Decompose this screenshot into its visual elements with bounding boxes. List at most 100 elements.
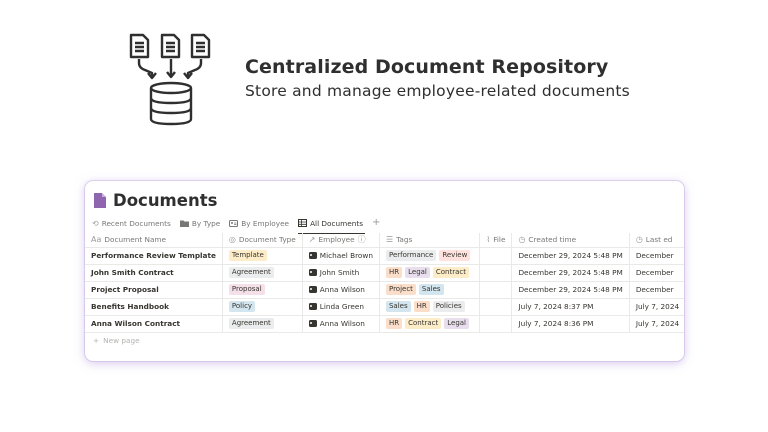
- column-label: File: [493, 235, 506, 245]
- tag-chip: HR: [385, 267, 403, 278]
- cell-file[interactable]: [479, 315, 513, 333]
- plus-icon: +: [93, 336, 100, 345]
- cell-document-name[interactable]: Project Proposal: [85, 281, 223, 299]
- cell-file[interactable]: [479, 247, 513, 265]
- tag-chip: Project: [385, 284, 416, 295]
- cell-document-type[interactable]: Policy: [222, 298, 303, 316]
- employee-link[interactable]: Michael Brown: [308, 251, 373, 260]
- employee-link[interactable]: Anna Wilson: [308, 319, 373, 328]
- cell-employee[interactable]: Anna Wilson: [302, 315, 380, 333]
- column-header-document-name[interactable]: Aa Document Name: [85, 233, 223, 248]
- cell-document-type[interactable]: Template: [222, 247, 303, 265]
- multi-select-property-icon: ☰: [385, 235, 394, 245]
- table-row[interactable]: Performance Review Template Template Micha…: [85, 247, 684, 265]
- select-property-icon: ◎: [228, 235, 236, 245]
- tag-chip: Sales: [385, 301, 411, 312]
- contact-card-icon: [308, 252, 317, 259]
- column-label: Employee: [318, 235, 355, 245]
- tab-label: All Documents: [310, 218, 364, 228]
- clock-icon: ◷: [518, 235, 526, 245]
- tab-label: By Employee: [241, 218, 290, 228]
- cell-employee[interactable]: Michael Brown: [302, 247, 380, 265]
- tab-by-type[interactable]: By Type: [179, 215, 224, 231]
- cell-created-time: December 29, 2024 5:48 PM: [511, 281, 630, 299]
- cell-file[interactable]: [479, 264, 513, 282]
- tag-chip: Performance: [385, 250, 437, 261]
- cell-last-edited: December: [629, 281, 684, 299]
- tab-label: Recent Documents: [101, 218, 171, 228]
- column-header-created-time[interactable]: ◷ Created time: [511, 233, 630, 248]
- cell-document-name[interactable]: Benefits Handbook: [85, 298, 223, 316]
- cell-document-type[interactable]: Agreement: [222, 315, 303, 333]
- tag-chip: Review: [439, 250, 471, 261]
- employee-name: John Smith: [319, 268, 360, 277]
- column-header-tags[interactable]: ☰ Tags: [379, 233, 481, 248]
- contact-card-icon: [308, 320, 317, 327]
- cell-tags[interactable]: Sales HR Policies: [379, 298, 481, 316]
- page-icon: [94, 192, 106, 208]
- cell-tags[interactable]: Project Sales: [379, 281, 481, 299]
- folder-icon: [179, 220, 189, 227]
- cell-created-time: July 7, 2024 8:37 PM: [511, 298, 630, 316]
- database-title-row: Documents: [93, 189, 217, 211]
- contact-card-icon: [308, 286, 317, 293]
- table-icon: [298, 219, 308, 227]
- cell-document-name[interactable]: Performance Review Template: [85, 247, 223, 265]
- tab-by-employee[interactable]: By Employee: [229, 215, 293, 231]
- paperclip-icon: ⌇: [486, 235, 491, 245]
- tab-recent-documents[interactable]: ⟲ Recent Documents: [92, 215, 175, 231]
- column-label: Created time: [528, 235, 577, 245]
- relation-property-icon: ↗: [308, 235, 316, 245]
- hero-subtitle: Store and manage employee-related docume…: [245, 82, 630, 100]
- employee-name: Anna Wilson: [319, 285, 365, 294]
- table-row[interactable]: Benefits Handbook Policy Linda Green Sales H…: [85, 298, 684, 316]
- tag-chip: Policies: [432, 301, 465, 312]
- new-page-button[interactable]: + New page: [93, 336, 140, 345]
- tab-label: By Type: [191, 218, 221, 228]
- contact-card-icon: [229, 219, 239, 227]
- employee-link[interactable]: Anna Wilson: [308, 285, 373, 294]
- column-header-document-type[interactable]: ◎ Document Type: [222, 233, 303, 248]
- document-type-tag: Agreement: [228, 267, 274, 278]
- cell-last-edited: December: [629, 247, 684, 265]
- tag-chip: Contract: [405, 318, 442, 329]
- info-icon: ⓘ: [357, 235, 366, 245]
- table-row[interactable]: Project Proposal Proposal Anna Wilson Proje…: [85, 281, 684, 299]
- column-header-last-edited[interactable]: ◷ Last ed: [629, 233, 684, 248]
- cell-document-name[interactable]: John Smith Contract: [85, 264, 223, 282]
- add-view-button[interactable]: +: [372, 218, 380, 228]
- cell-last-edited: July 7, 2024: [629, 315, 684, 333]
- text-property-icon: Aa: [91, 235, 102, 245]
- employee-link[interactable]: Linda Green: [308, 302, 373, 311]
- cell-created-time: December 29, 2024 5:48 PM: [511, 247, 630, 265]
- column-header-employee[interactable]: ↗ Employee ⓘ: [302, 233, 380, 248]
- cell-employee[interactable]: Linda Green: [302, 298, 380, 316]
- employee-link[interactable]: John Smith: [308, 268, 373, 277]
- cell-tags[interactable]: HR Legal Contract: [379, 264, 481, 282]
- cell-last-edited: July 7, 2024: [629, 298, 684, 316]
- contact-card-icon: [308, 303, 317, 310]
- table-row[interactable]: Anna Wilson Contract Agreement Anna Wilson…: [85, 315, 684, 333]
- tag-chip: HR: [413, 301, 430, 312]
- cell-tags[interactable]: Performance Review: [379, 247, 481, 265]
- cell-employee[interactable]: John Smith: [302, 264, 380, 282]
- cell-document-type[interactable]: Agreement: [222, 264, 303, 282]
- cell-file[interactable]: [479, 298, 513, 316]
- database-title[interactable]: Documents: [113, 191, 217, 210]
- cell-document-name[interactable]: Anna Wilson Contract: [85, 315, 223, 333]
- cell-created-time: July 7, 2024 8:36 PM: [511, 315, 630, 333]
- documents-to-database-icon: [129, 33, 211, 126]
- tag-chip: HR: [385, 318, 403, 329]
- cell-employee[interactable]: Anna Wilson: [302, 281, 380, 299]
- cell-file[interactable]: [479, 281, 513, 299]
- cell-last-edited: December: [629, 264, 684, 282]
- employee-name: Linda Green: [319, 302, 365, 311]
- table-row[interactable]: John Smith Contract Agreement John Smith HR…: [85, 264, 684, 282]
- cell-created-time: December 29, 2024 5:48 PM: [511, 264, 630, 282]
- tab-all-documents[interactable]: All Documents: [298, 215, 367, 234]
- cell-document-type[interactable]: Proposal: [222, 281, 303, 299]
- cell-tags[interactable]: HR Contract Legal: [379, 315, 481, 333]
- tag-chip: Contract: [432, 267, 469, 278]
- column-header-file[interactable]: ⌇ File: [479, 233, 513, 248]
- documents-database-card: Documents ⟲ Recent Documents By Type By …: [85, 181, 684, 361]
